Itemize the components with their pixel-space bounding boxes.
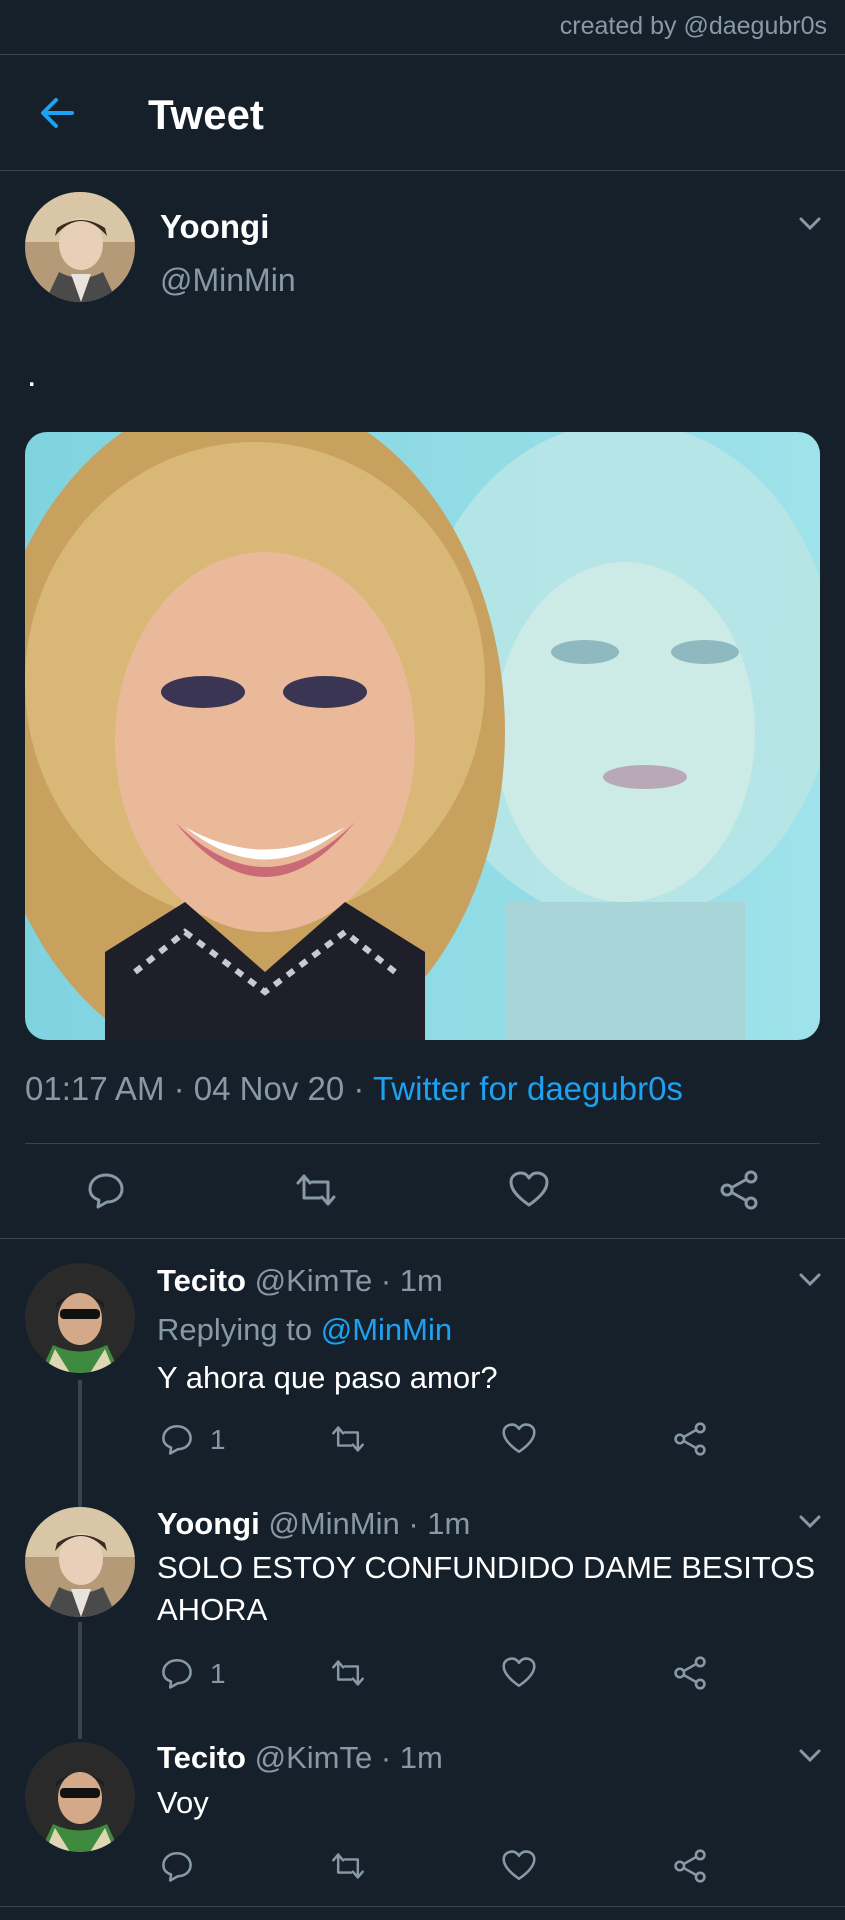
author-name[interactable]: Yoongi <box>160 208 269 246</box>
avatar[interactable] <box>25 1263 135 1373</box>
reply-button[interactable] <box>160 1422 194 1456</box>
reply-author-name[interactable]: Tecito <box>157 1263 246 1298</box>
reply-author-meta: @KimTe · 1m <box>246 1740 443 1775</box>
chevron-down-icon[interactable] <box>795 1506 825 1536</box>
reply-button[interactable] <box>160 1656 194 1690</box>
retweet-icon <box>332 1426 364 1452</box>
thread-line <box>78 1380 82 1507</box>
thread-line <box>78 1622 82 1739</box>
share-button[interactable] <box>672 1849 708 1883</box>
heart-icon <box>502 1423 536 1454</box>
share-icon <box>674 1422 706 1456</box>
meta-separator: · <box>344 1070 373 1107</box>
retweet-icon <box>332 1853 364 1879</box>
chevron-down-icon[interactable] <box>795 1264 825 1294</box>
chevron-down-icon[interactable] <box>795 208 825 238</box>
share-icon <box>720 1170 758 1210</box>
reply-author-meta: @MinMin · 1m <box>259 1506 471 1541</box>
heart-icon <box>502 1657 536 1688</box>
reply-text: Y ahora que paso amor? <box>157 1360 498 1395</box>
reply-author-name[interactable]: Tecito <box>157 1740 246 1775</box>
back-button[interactable] <box>32 88 82 138</box>
retweet-icon <box>296 1174 336 1206</box>
meta-separator: · <box>164 1070 194 1107</box>
share-button[interactable] <box>672 1656 708 1690</box>
tweet-meta: 01:17 AM · 04 Nov 20 · Twitter for daegu… <box>25 1070 683 1108</box>
avatar[interactable] <box>25 1507 135 1617</box>
watermark-text: created by @daegubr0s <box>559 12 827 40</box>
divider <box>25 1143 820 1144</box>
reply-icon <box>162 1851 192 1882</box>
reply-button[interactable] <box>160 1849 194 1883</box>
replying-to: Replying to @MinMin <box>157 1312 452 1348</box>
author-handle[interactable]: @MinMin <box>160 262 296 299</box>
retweet-button[interactable] <box>330 1849 366 1883</box>
share-button[interactable] <box>672 1422 708 1456</box>
page-title: Tweet <box>148 91 264 138</box>
divider <box>0 1238 845 1239</box>
retweet-button[interactable] <box>330 1422 366 1456</box>
tweet-time: 01:17 AM <box>25 1070 165 1107</box>
reply-count: 1 <box>210 1424 226 1455</box>
divider <box>0 1906 845 1907</box>
retweet-button[interactable] <box>330 1656 366 1690</box>
arrow-left-icon <box>41 98 74 128</box>
reply-icon <box>162 1424 192 1455</box>
chevron-down-icon[interactable] <box>795 1740 825 1770</box>
tweet-text: . <box>27 356 37 394</box>
reply-author-meta: @KimTe · 1m <box>246 1263 443 1298</box>
share-icon <box>674 1656 706 1690</box>
like-button[interactable] <box>501 1656 537 1690</box>
heart-icon <box>502 1850 536 1881</box>
heart-icon <box>509 1171 549 1207</box>
reply-text: SOLO ESTOY CONFUNDIDO DAME BESITOS AHORA <box>157 1550 816 1627</box>
avatar[interactable] <box>25 192 135 302</box>
reply-icon <box>88 1173 124 1209</box>
tweet-date: 04 Nov 20 <box>193 1070 345 1107</box>
reply-count: 1 <box>210 1658 226 1689</box>
tweet-source-link[interactable]: Twitter for daegubr0s <box>373 1070 683 1107</box>
share-button[interactable] <box>718 1170 760 1210</box>
retweet-icon <box>332 1660 364 1686</box>
like-button[interactable] <box>501 1849 537 1883</box>
reply-button[interactable] <box>86 1170 126 1210</box>
reply-author-name[interactable]: Yoongi <box>157 1506 260 1541</box>
like-button[interactable] <box>508 1170 550 1210</box>
replying-prefix: Replying to <box>157 1312 321 1347</box>
like-button[interactable] <box>501 1422 537 1456</box>
avatar[interactable] <box>25 1742 135 1852</box>
share-icon <box>674 1849 706 1883</box>
retweet-button[interactable] <box>294 1170 338 1210</box>
reply-text: Voy <box>157 1785 209 1820</box>
tweet-media-image[interactable] <box>25 432 820 1040</box>
replying-to-link[interactable]: @MinMin <box>321 1312 452 1347</box>
reply-icon <box>162 1658 192 1689</box>
top-bar: Tweet <box>0 54 845 171</box>
